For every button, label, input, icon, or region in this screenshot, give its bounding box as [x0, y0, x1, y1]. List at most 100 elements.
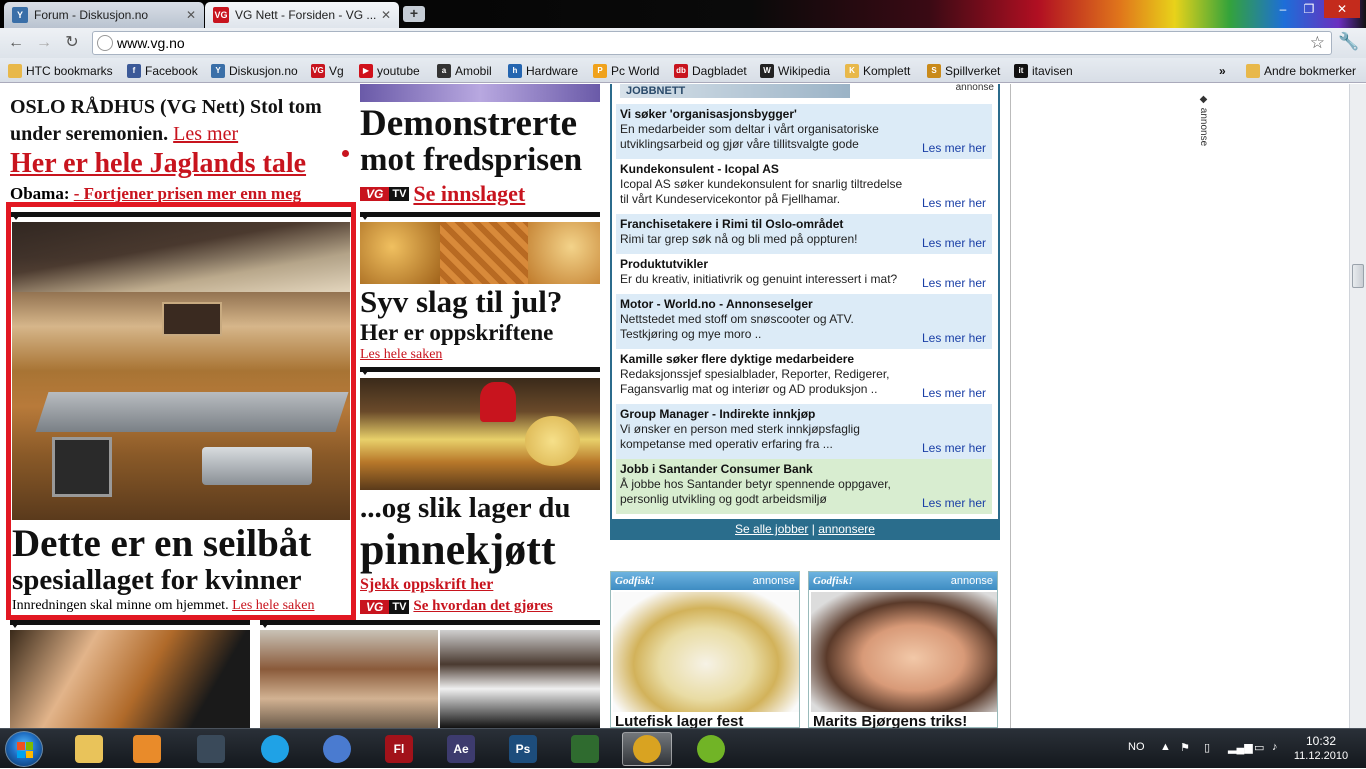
spotify-taskbar-button[interactable]	[686, 732, 736, 766]
close-tab-icon[interactable]: ✕	[381, 8, 391, 22]
vertical-scrollbar[interactable]	[1349, 84, 1366, 728]
job-listing[interactable]: Kamille søker flere dyktige medarbeidere…	[616, 349, 992, 404]
se-alle-jobber-link[interactable]: Se alle jobber	[735, 522, 808, 536]
job-title[interactable]: Franchisetakere i Rimi til Oslo-området	[620, 217, 988, 232]
new-tab-button[interactable]: +	[403, 6, 425, 22]
minimize-button[interactable]: ‒	[1270, 0, 1296, 18]
itunes-taskbar-button[interactable]	[312, 732, 362, 766]
reload-icon[interactable]: ↻	[62, 34, 82, 52]
bookmark-vg[interactable]: VG Vg	[311, 62, 344, 79]
bookmark-diskusjon[interactable]: Y Diskusjon.no	[211, 62, 298, 79]
les-mer-her-link[interactable]: Les mer her	[922, 331, 986, 346]
pinnekjott-image[interactable]	[360, 378, 600, 490]
job-title[interactable]: Kamille søker flere dyktige medarbeidere	[620, 352, 988, 367]
boat-interior-image[interactable]	[12, 222, 350, 520]
godfisk-ad-lutefisk[interactable]: Godfisk! annonse Lutefisk lager fest	[610, 571, 800, 728]
bookmark-star-icon[interactable]: ☆	[1310, 33, 1325, 53]
bookmark-dagbladet[interactable]: db Dagbladet	[674, 62, 747, 79]
les-mer-her-link[interactable]: Les mer her	[922, 386, 986, 401]
sjekk-oppskrift-link[interactable]: Sjekk oppskrift her	[360, 576, 493, 594]
bookmark-youtube[interactable]: ▶ youtube	[359, 62, 420, 79]
job-listing[interactable]: Group Manager - Indirekte innkjøp Vi ønsk…	[616, 404, 992, 459]
jobbnett-logo[interactable]: JOBBNETT	[620, 84, 850, 98]
after-effects-taskbar-button[interactable]: Ae	[436, 732, 486, 766]
other-bookmarks-folder[interactable]: Andre bokmerker	[1246, 62, 1356, 79]
job-title[interactable]: Group Manager - Indirekte innkjøp	[620, 407, 988, 422]
bookmark-hardware[interactable]: h Hardware	[508, 62, 578, 79]
bookmark-amobil[interactable]: a Amobil	[437, 62, 492, 79]
job-title[interactable]: Motor - World.no - Annonseselger	[620, 297, 988, 312]
scrollbar-thumb[interactable]	[1352, 264, 1364, 288]
close-tab-icon[interactable]: ✕	[186, 8, 196, 22]
job-listing[interactable]: Jobb i Santander Consumer Bank Å jobbe ho…	[616, 459, 992, 514]
obama-link[interactable]: - Fortjener prisen mer enn meg	[74, 184, 301, 202]
device-icon[interactable]: ▯	[1204, 741, 1210, 754]
job-listing[interactable]: Franchisetakere i Rimi til Oslo-området R…	[616, 214, 992, 254]
chrome-taskbar-button[interactable]	[622, 732, 672, 766]
bookmark-spillverket[interactable]: S Spillverket	[927, 62, 1000, 79]
clock[interactable]: 10:32 11.12.2010	[1292, 734, 1350, 764]
les-mer-her-link[interactable]: Les mer her	[922, 496, 986, 511]
bookmark-itavisen[interactable]: it itavisen	[1014, 62, 1073, 79]
bookmark-komplett[interactable]: K Komplett	[845, 62, 910, 79]
job-title[interactable]: Produktutvikler	[620, 257, 988, 272]
les-mer-her-link[interactable]: Les mer her	[922, 276, 986, 291]
fashion-photo-right-image[interactable]	[440, 630, 600, 728]
photoshop-taskbar-button[interactable]: Ps	[498, 732, 548, 766]
start-button[interactable]	[5, 731, 43, 767]
boat-headline[interactable]: Dette er en seilbåt	[12, 524, 311, 564]
tab-forum[interactable]: Y Forum - Diskusjon.no ✕	[4, 2, 204, 28]
flash-taskbar-button[interactable]: Fl	[374, 732, 424, 766]
job-listing[interactable]: Vi søker 'organisasjonsbygger' En medarbe…	[616, 104, 992, 159]
phone-taskbar-button[interactable]	[186, 732, 236, 766]
media-player-taskbar-button[interactable]	[122, 732, 172, 766]
se-hvordan-link[interactable]: Se hvordan det gjøres	[413, 598, 552, 615]
url-input[interactable]	[117, 34, 1297, 52]
les-mer-her-link[interactable]: Les mer her	[922, 441, 986, 456]
les-mer-her-link[interactable]: Les mer her	[922, 196, 986, 211]
se-innslaget-link[interactable]: Se innslaget	[413, 181, 525, 207]
job-title[interactable]: Vi søker 'organisasjonsbygger'	[620, 107, 988, 122]
fashion-photo-left-image[interactable]	[260, 630, 438, 728]
slik-lager-du-headline[interactable]: ...og slik lager du	[360, 492, 571, 524]
les-mer-her-link[interactable]: Les mer her	[922, 236, 986, 251]
cookies-image-2[interactable]	[440, 222, 528, 284]
syv-slag-headline[interactable]: Syv slag til jul?	[360, 284, 562, 320]
forward-arrow-icon[interactable]: →	[34, 34, 54, 52]
skype-taskbar-button[interactable]	[250, 732, 300, 766]
boat-subheadline[interactable]: spesiallaget for kvinner	[12, 564, 301, 596]
bookmarks-overflow-chevron-icon[interactable]: »	[1219, 62, 1226, 79]
job-listing[interactable]: Produktutvikler Er du kreativ, initiativr…	[616, 254, 992, 294]
demonstrerte-headline[interactable]: Demonstrerte	[360, 104, 577, 144]
job-title[interactable]: Jobb i Santander Consumer Bank	[620, 462, 988, 477]
show-hidden-icons-icon[interactable]: ▲	[1160, 741, 1171, 753]
jaglands-tale-link[interactable]: Her er hele Jaglands tale	[10, 148, 306, 180]
explorer-taskbar-button[interactable]	[64, 732, 114, 766]
bookmark-pcworld[interactable]: P Pc World	[593, 62, 659, 79]
maximize-button[interactable]: ❐	[1296, 0, 1322, 18]
close-window-button[interactable]: ✕	[1324, 0, 1360, 18]
job-listing[interactable]: Motor - World.no - Annonseselger Nettsted…	[616, 294, 992, 349]
language-indicator[interactable]: NO	[1128, 741, 1145, 753]
volume-icon[interactable]: ♪	[1272, 741, 1278, 753]
network-app-taskbar-button[interactable]	[560, 732, 610, 766]
bookmark-facebook[interactable]: f Facebook	[127, 62, 198, 79]
cookies-image-1[interactable]	[360, 222, 440, 284]
fredsprisen-headline[interactable]: mot fredsprisen	[360, 142, 582, 178]
les-mer-link[interactable]: Les mer	[173, 123, 238, 145]
back-arrow-icon[interactable]: ←	[6, 34, 26, 52]
boat-les-hele-saken-link[interactable]: Les hele saken	[232, 598, 314, 613]
pinnekjott-headline[interactable]: pinnekjøtt	[360, 526, 556, 574]
wrench-menu-icon[interactable]: 🔧	[1338, 32, 1359, 52]
tab-vg[interactable]: VG VG Nett - Forsiden - VG ... ✕	[205, 2, 399, 28]
bookmark-wikipedia[interactable]: W Wikipedia	[760, 62, 830, 79]
les-mer-her-link[interactable]: Les mer her	[922, 141, 986, 156]
job-title[interactable]: Kundekonsulent - Icopal AS	[620, 162, 988, 177]
annonsere-link[interactable]: annonsere	[818, 522, 875, 536]
banner-strip-image[interactable]	[360, 84, 600, 102]
godfisk-ad-bjorgen[interactable]: Godfisk! annonse Marits Bjørgens triks!	[808, 571, 998, 728]
sports-photo-image[interactable]	[10, 630, 250, 728]
bookmark-htc[interactable]: HTC bookmarks	[8, 62, 113, 79]
address-bar[interactable]: ☆	[92, 31, 1332, 55]
cookies-image-3[interactable]	[528, 222, 600, 284]
